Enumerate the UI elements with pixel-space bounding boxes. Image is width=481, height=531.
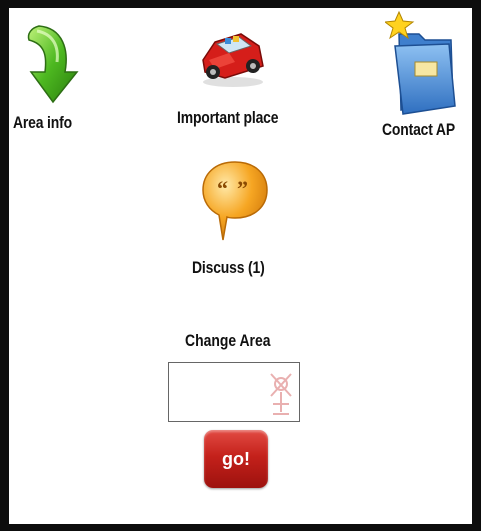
folder-star-icon (385, 10, 456, 115)
red-car-icon (202, 33, 264, 87)
contact-ap-link[interactable]: Contact AP (369, 8, 472, 148)
area-info-link[interactable]: Area info (9, 8, 109, 138)
important-place-link[interactable]: Important place (169, 8, 309, 138)
go-button[interactable]: go! (204, 430, 268, 488)
discuss-label: Discuss (1) (192, 258, 265, 277)
screen: Area info Important place Contact AP “ ”… (9, 8, 472, 524)
change-area-title: Change Area (185, 331, 271, 350)
green-down-arrow-icon (27, 25, 79, 104)
contact-ap-label: Contact AP (382, 120, 455, 139)
svg-text:“: “ (217, 176, 228, 201)
svg-text:”: ” (237, 176, 248, 201)
speech-bubble-icon: “ ” (202, 161, 268, 241)
area-info-label: Area info (13, 113, 72, 132)
discuss-link[interactable]: “ ” Discuss (1) (179, 158, 299, 283)
important-place-label: Important place (177, 108, 279, 127)
area-input[interactable] (168, 362, 300, 422)
